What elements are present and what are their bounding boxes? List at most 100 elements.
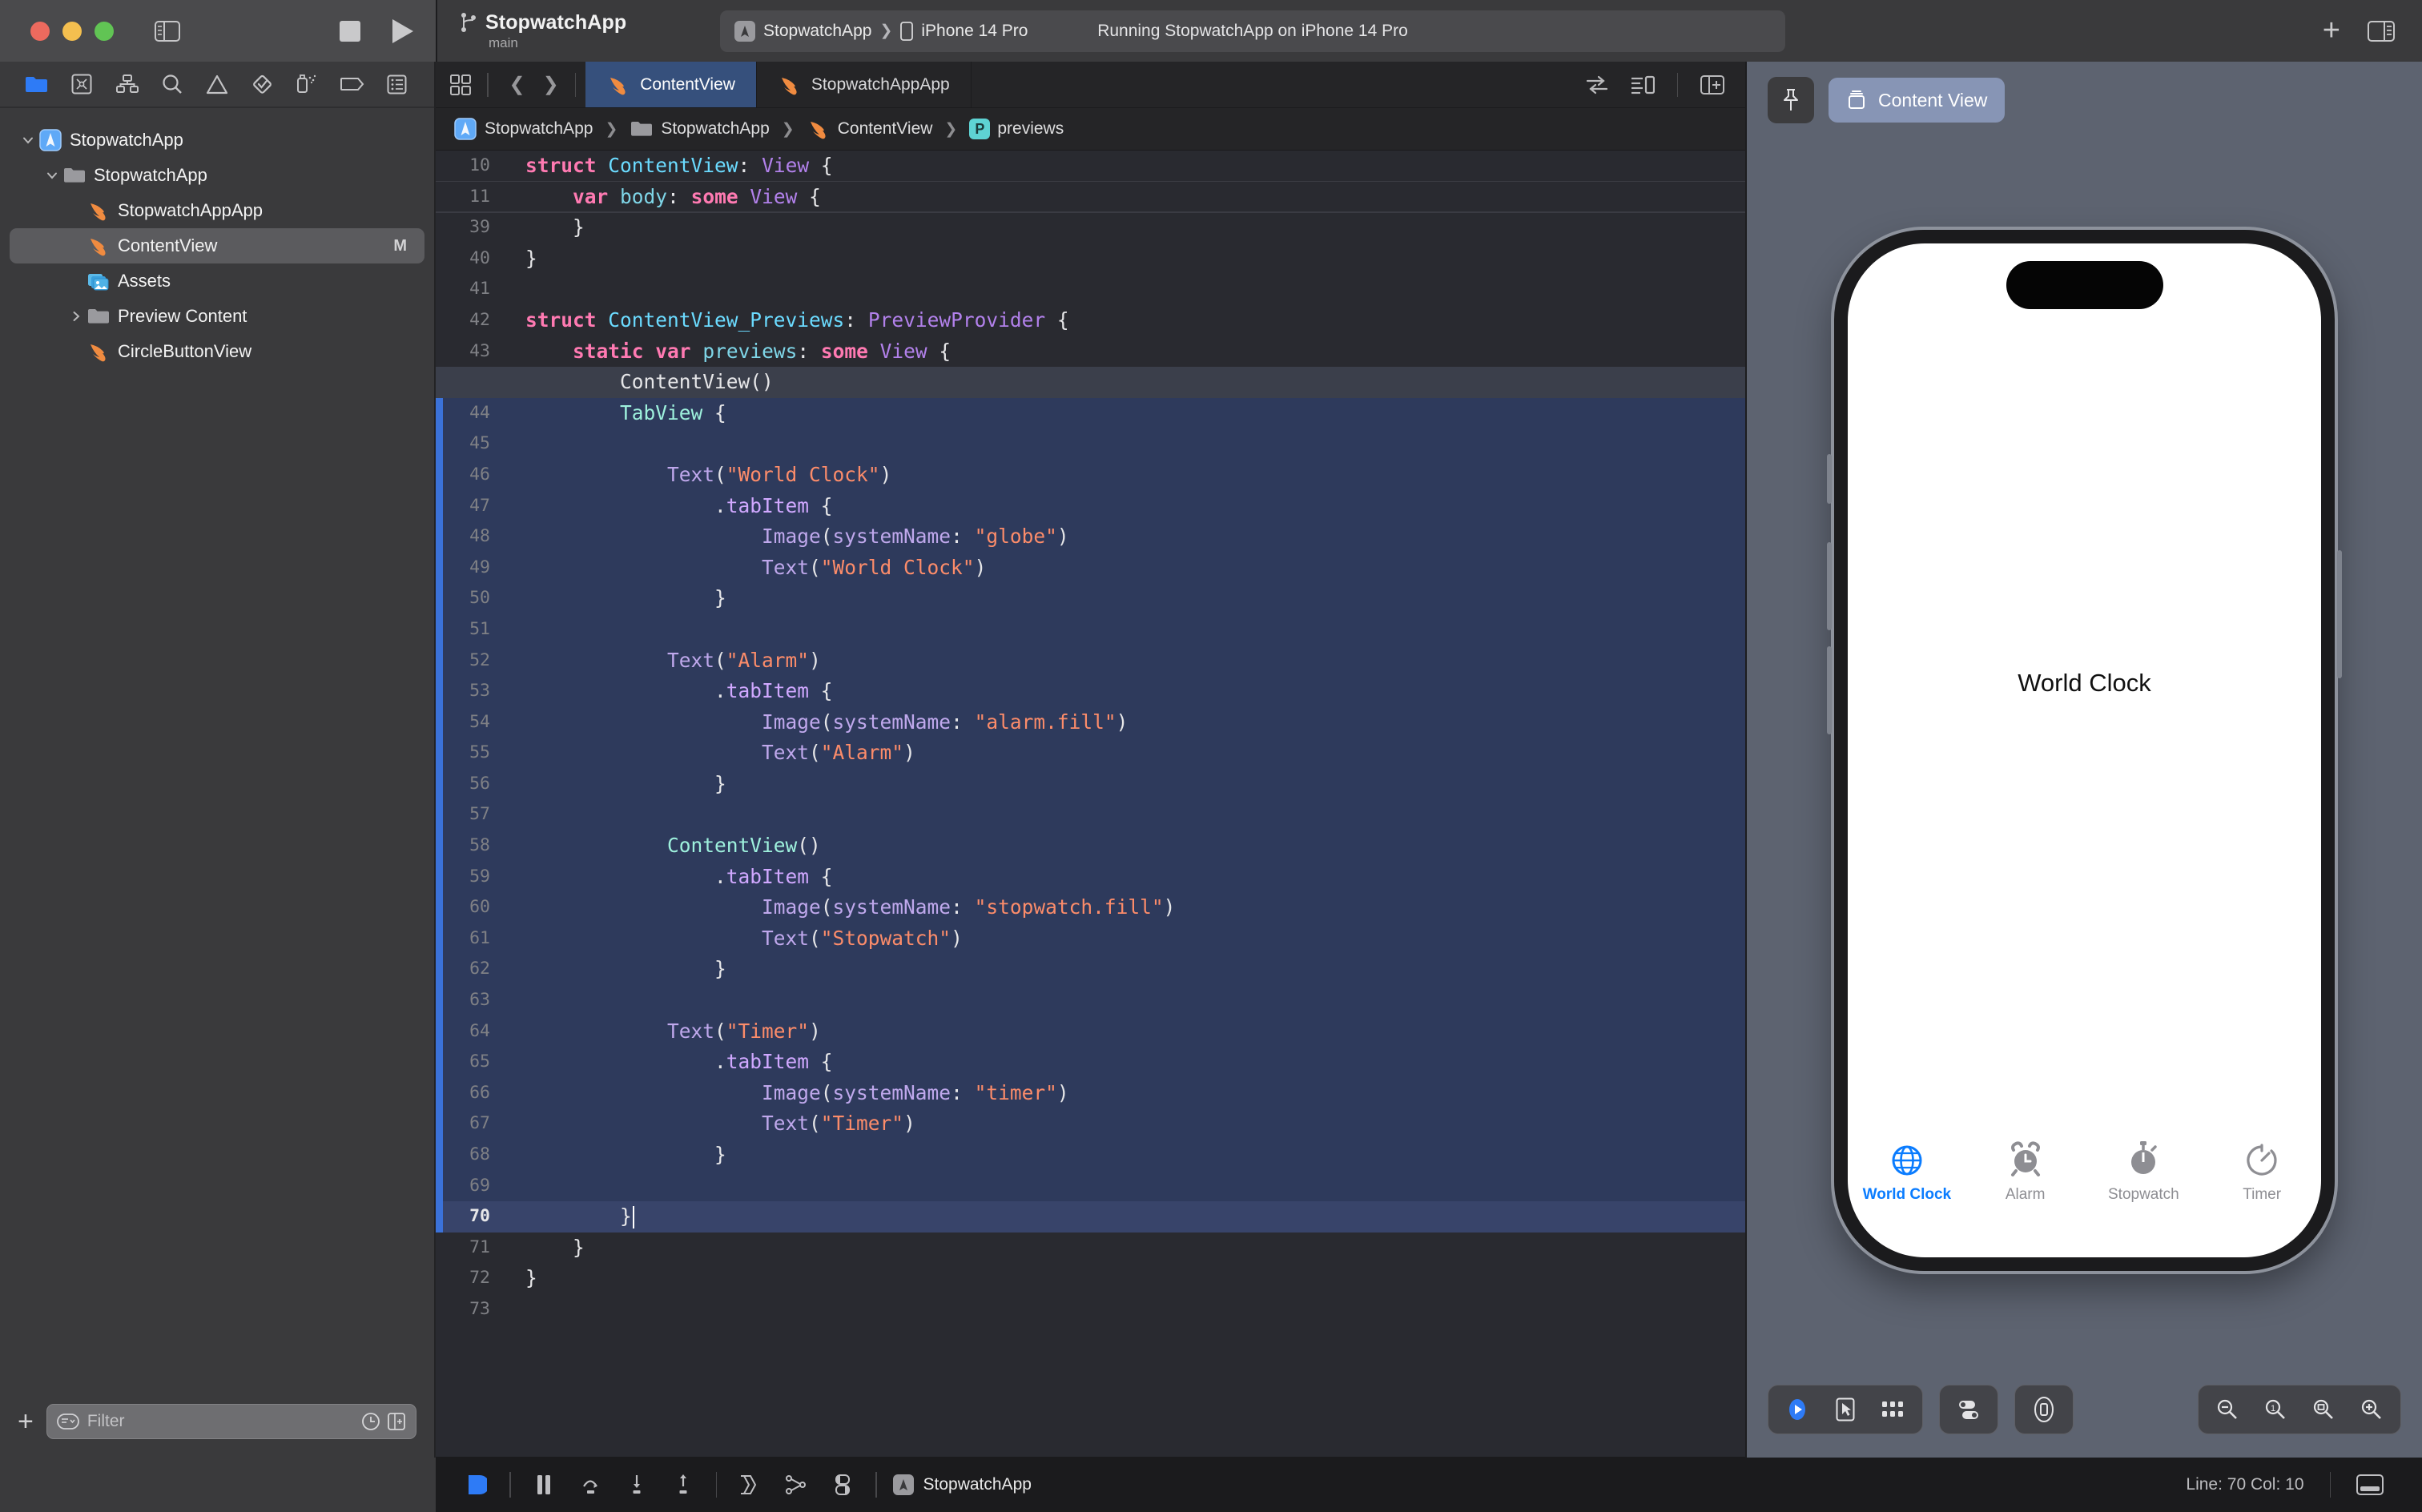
code-line[interactable]: 56 } (436, 768, 1745, 800)
breadcrumb-item-contentview[interactable]: ContentView (807, 117, 932, 141)
code-line[interactable]: 64 Text("Timer") (436, 1015, 1745, 1048)
code-line[interactable]: 61 Text("Stopwatch") (436, 923, 1745, 955)
issue-icon[interactable] (195, 66, 239, 103)
code-line[interactable]: 65 .tabItem { (436, 1047, 1745, 1078)
code-line[interactable]: 62 } (436, 954, 1745, 986)
code-line[interactable]: 11 var body: some View { (436, 182, 1745, 213)
step-into-icon[interactable] (614, 1465, 660, 1505)
code-line[interactable]: 70 } (436, 1201, 1745, 1233)
test-icon[interactable] (239, 66, 284, 103)
chevron-down-icon[interactable] (18, 133, 38, 147)
find-icon[interactable] (150, 66, 195, 103)
code-line[interactable]: 58 ContentView() (436, 830, 1745, 862)
memory-graph-icon[interactable] (773, 1465, 819, 1505)
sidebar-item-stopwatchapp[interactable]: StopwatchApp (10, 123, 424, 158)
code-line[interactable]: 47 .tabItem { (436, 490, 1745, 522)
sidebar-item-circlebuttonview[interactable]: CircleButtonView (10, 334, 424, 369)
code-line[interactable]: 45 (436, 428, 1745, 460)
code-line[interactable]: 51 (436, 613, 1745, 645)
sidebar-item-stopwatchappapp[interactable]: StopwatchAppApp (10, 193, 424, 228)
code-line[interactable]: 60 Image(systemName: "stopwatch.fill") (436, 892, 1745, 923)
step-out-icon[interactable] (660, 1465, 706, 1505)
breadcrumb-item-stopwatchapp[interactable]: StopwatchApp (453, 117, 593, 141)
code-line[interactable]: 50 } (436, 583, 1745, 614)
code-line[interactable]: 57 (436, 799, 1745, 831)
device-tab-stopwatch[interactable]: Stopwatch (2085, 1137, 2203, 1204)
breadcrumb-item-stopwatchapp[interactable]: StopwatchApp (630, 117, 770, 141)
folder-icon[interactable] (14, 66, 59, 103)
code-line[interactable]: 44 TabView { (436, 397, 1745, 429)
debug-panel-icon[interactable] (2356, 1474, 2384, 1495)
code-line[interactable]: 59 .tabItem { (436, 861, 1745, 893)
zoom-fit-icon[interactable] (2301, 1389, 2346, 1430)
add-icon[interactable]: + (2323, 15, 2340, 46)
selectable-preview-icon[interactable] (1823, 1389, 1868, 1430)
forward-icon[interactable]: ❯ (543, 73, 559, 96)
filter-options-icon[interactable] (56, 1413, 79, 1430)
code-line[interactable]: 67 Text("Timer") (436, 1108, 1745, 1140)
pin-icon[interactable] (1768, 77, 1814, 123)
code-line[interactable]: 53 .tabItem { (436, 676, 1745, 707)
zoom-in-icon[interactable] (2349, 1389, 2394, 1430)
pause-icon[interactable] (521, 1465, 567, 1505)
preview-selector-button[interactable]: Content View (1829, 78, 2006, 123)
sidebar-toggle-icon[interactable] (147, 11, 187, 51)
device-screen[interactable]: World Clock World Clock Alarm Stopwatch Tim… (1848, 243, 2321, 1257)
minimize-button[interactable] (62, 21, 82, 41)
code-line[interactable]: 49 Text("World Clock") (436, 552, 1745, 584)
code-line[interactable]: 72} (436, 1263, 1745, 1294)
code-line[interactable]: 46 Text("World Clock") (436, 459, 1745, 491)
code-line[interactable]: 48 Image(systemName: "globe") (436, 521, 1745, 553)
code-line[interactable]: ContentView() (436, 367, 1745, 398)
sidebar-item-assets[interactable]: Assets (10, 263, 424, 299)
sidebar-item-stopwatchapp[interactable]: StopwatchApp (10, 158, 424, 193)
tab-stopwatchappapp[interactable]: StopwatchAppApp (757, 62, 972, 107)
tab-contentview[interactable]: ContentView (585, 62, 757, 107)
zoom-button[interactable] (95, 21, 114, 41)
source-control-filter-icon[interactable] (387, 1412, 406, 1431)
destination-selector[interactable]: iPhone 14 Pro (900, 22, 1028, 41)
code-line[interactable]: 68 } (436, 1140, 1745, 1171)
multi-editor-icon[interactable] (450, 74, 471, 95)
device-tab-alarm[interactable]: Alarm (1966, 1137, 2085, 1204)
recent-filter-icon[interactable] (361, 1412, 380, 1431)
appearance-icon[interactable] (819, 1465, 866, 1505)
chevron-down-icon[interactable] (42, 168, 62, 183)
symbol-icon[interactable] (104, 66, 149, 103)
scheme-selector[interactable]: StopwatchApp (734, 20, 871, 42)
close-button[interactable] (30, 21, 50, 41)
device-tab-timer[interactable]: Timer (2203, 1137, 2321, 1204)
code-lines[interactable]: 10 struct ContentView: View {11 var body:… (436, 151, 1745, 1457)
breadcrumb-item-previews[interactable]: Ppreviews (969, 119, 1064, 139)
code-line[interactable]: 55 Text("Alarm") (436, 738, 1745, 769)
code-line[interactable]: 43 static var previews: some View { (436, 336, 1745, 368)
code-line[interactable]: 54 Image(systemName: "alarm.fill") (436, 706, 1745, 738)
step-over-icon[interactable] (567, 1465, 614, 1505)
code-line[interactable]: 66 Image(systemName: "timer") (436, 1077, 1745, 1109)
report-icon[interactable] (375, 66, 420, 103)
code-line[interactable]: 41 (436, 274, 1745, 305)
device-settings-icon[interactable] (1946, 1389, 1991, 1430)
sidebar-item-preview-content[interactable]: Preview Content (10, 299, 424, 334)
add-file-button[interactable]: + (18, 1407, 34, 1435)
run-icon[interactable] (392, 18, 413, 43)
code-line[interactable]: 40} (436, 243, 1745, 275)
zoom-out-icon[interactable] (2205, 1389, 2250, 1430)
source-code-editor[interactable]: 10 struct ContentView: View {11 var body:… (436, 151, 1745, 1457)
debug-icon[interactable] (284, 66, 329, 103)
breakpoint-icon[interactable] (330, 66, 375, 103)
running-process[interactable]: StopwatchApp (892, 1474, 1032, 1495)
code-line[interactable]: 71 } (436, 1233, 1745, 1264)
orientation-icon[interactable] (2022, 1389, 2066, 1430)
editor-options-icon[interactable] (1631, 75, 1655, 94)
device-tab-world-clock[interactable]: World Clock (1848, 1137, 1966, 1204)
code-line[interactable]: 39 } (436, 212, 1745, 243)
code-line[interactable]: 63 (436, 985, 1745, 1016)
view-hierarchy-icon[interactable] (726, 1465, 773, 1505)
code-line[interactable]: 69 (436, 1170, 1745, 1202)
variants-icon[interactable] (1871, 1389, 1916, 1430)
debug-area-icon[interactable] (453, 1465, 500, 1505)
source-control-icon[interactable] (59, 66, 104, 103)
back-icon[interactable]: ❮ (509, 73, 525, 96)
code-line[interactable]: 52 Text("Alarm") (436, 645, 1745, 677)
